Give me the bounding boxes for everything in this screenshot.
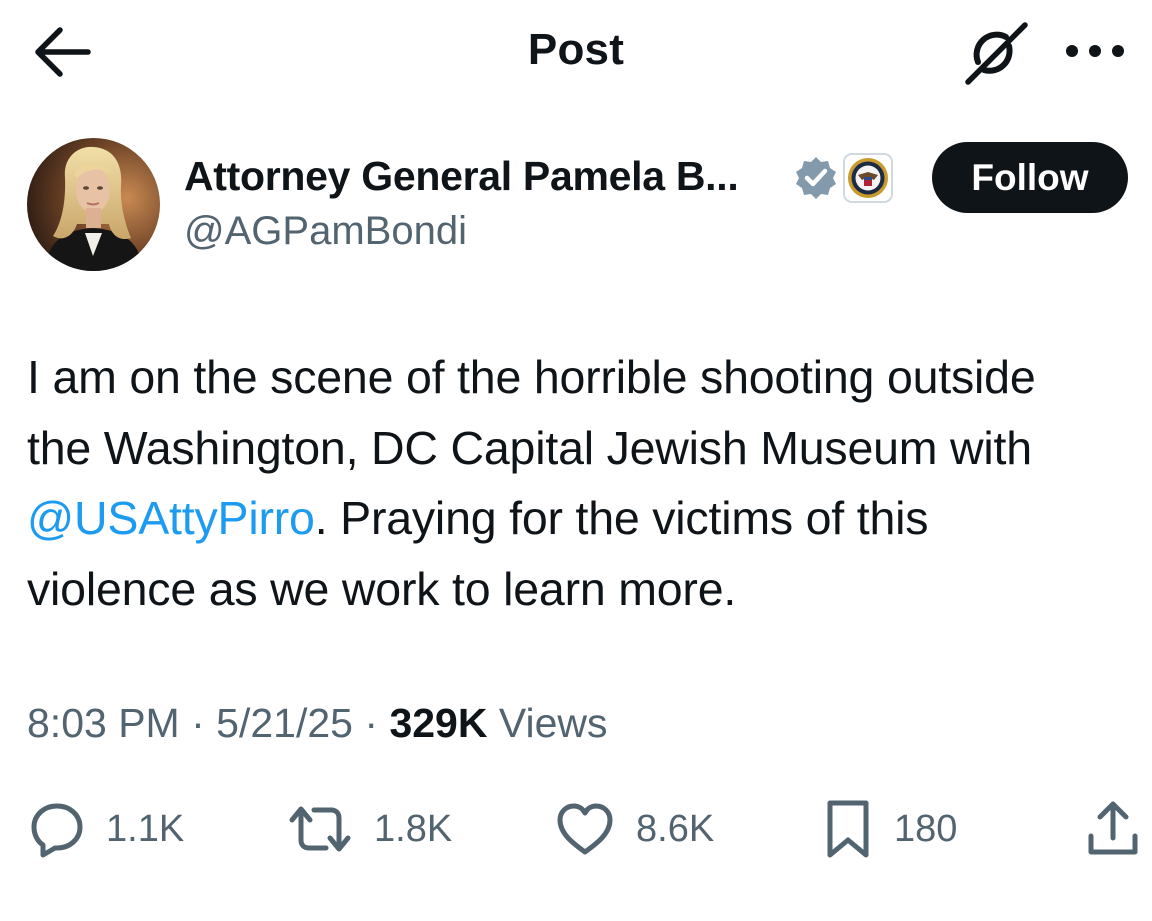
share-button[interactable] [1084, 796, 1142, 862]
like-button[interactable]: 8.6K [554, 796, 714, 862]
post-text-line: violence as we work to learn more. [27, 562, 737, 615]
views-label: Views [498, 700, 608, 746]
post-text-line: @USAttyPirro. Praying for the victims of… [27, 483, 1152, 554]
meta-separator: · [364, 700, 379, 746]
profile-photo [27, 138, 160, 271]
bookmark-icon [827, 800, 869, 858]
grok-button[interactable] [962, 20, 1032, 86]
reply-count: 1.1K [106, 807, 185, 850]
verified-badge[interactable] [793, 155, 839, 201]
views-count: 329K [389, 700, 488, 746]
verified-badge-icon [796, 157, 836, 199]
mention-link[interactable]: @USAttyPirro [27, 492, 315, 544]
reply-icon [31, 803, 83, 858]
heart-icon [557, 803, 613, 855]
meta-separator: · [191, 700, 205, 746]
top-bar: Post [0, 0, 1152, 105]
more-options-button[interactable] [1062, 36, 1128, 66]
post-text: I am on the scene of the horrible shooti… [27, 342, 1152, 624]
repost-button[interactable]: 1.8K [286, 796, 452, 862]
post-date[interactable]: 5/21/25 [216, 700, 353, 746]
more-horizontal-icon [1066, 45, 1124, 57]
follow-button[interactable]: Follow [932, 142, 1128, 213]
post-time[interactable]: 8:03 PM [27, 700, 180, 746]
bookmark-count: 180 [894, 807, 958, 850]
grok-icon [965, 22, 1028, 85]
bookmark-button[interactable]: 180 [822, 796, 957, 862]
back-button[interactable] [30, 24, 92, 80]
avatar[interactable] [27, 138, 160, 271]
post-text-line: the Washington, DC Capital Jewish Museum… [27, 421, 1032, 474]
doj-seal-icon [843, 153, 893, 203]
arrow-left-icon [35, 27, 91, 77]
post-text-segment: . Praying for the victims of this [314, 492, 929, 544]
repost-icon [289, 806, 351, 852]
author-handle[interactable]: @AGPamBondi [184, 209, 467, 254]
post-meta: 8:03 PM · 5/21/25 · 329K Views [27, 700, 608, 747]
repost-count: 1.8K [374, 807, 453, 850]
share-icon [1088, 801, 1138, 855]
author-display-name[interactable]: Attorney General Pamela B... [184, 153, 739, 200]
post-text-line: I am on the scene of the horrible shooti… [27, 351, 1036, 403]
reply-button[interactable]: 1.1K [28, 796, 184, 862]
like-count: 8.6K [636, 807, 715, 850]
affiliate-badge[interactable] [843, 153, 893, 203]
